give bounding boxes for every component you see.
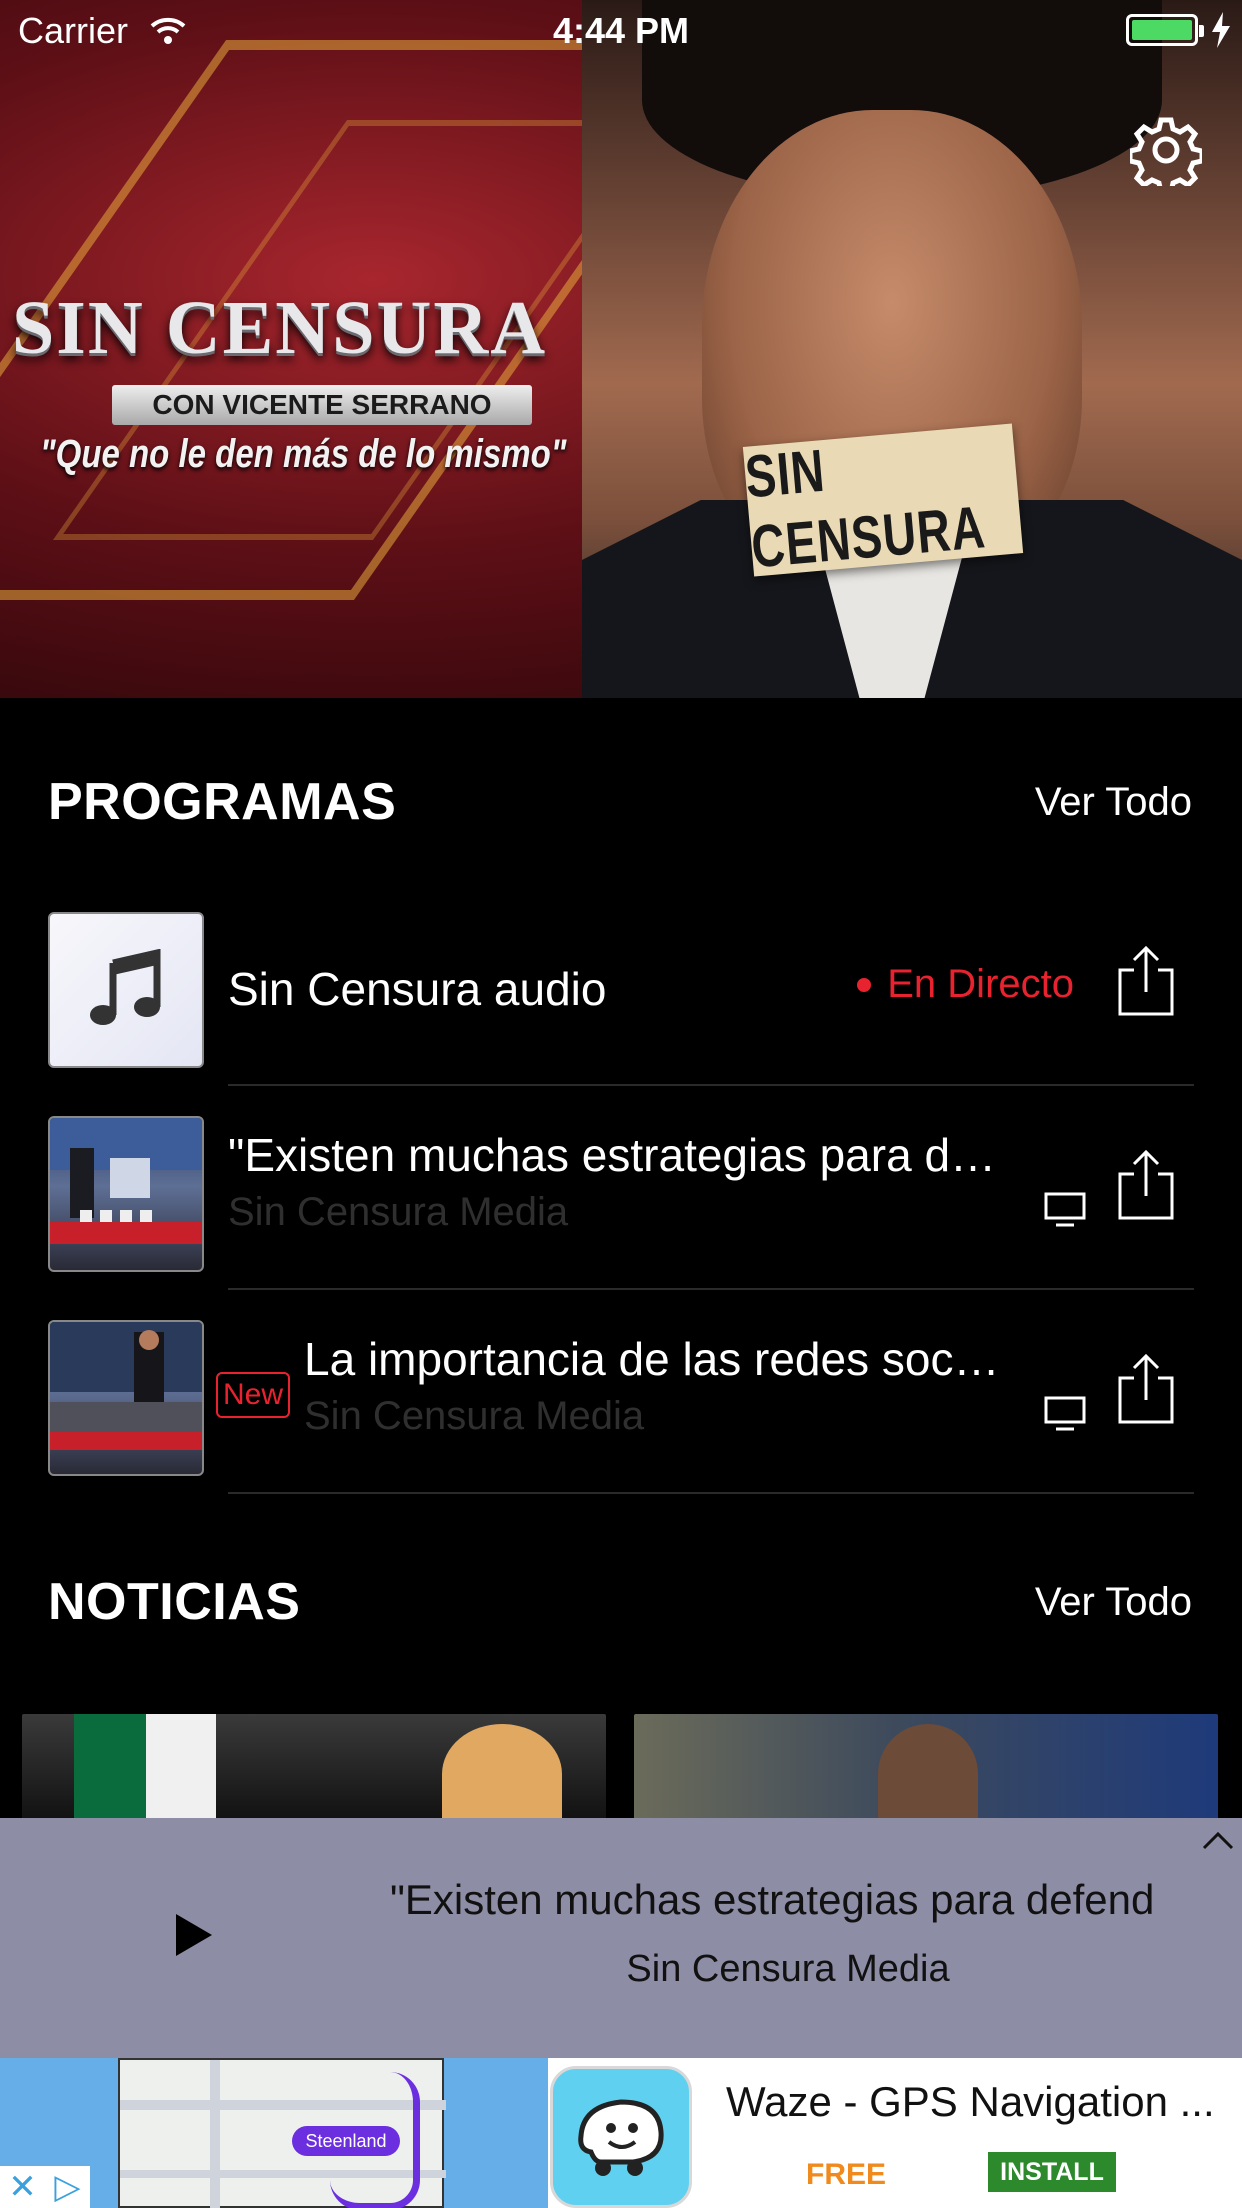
ad-install-button[interactable]: INSTALL [988, 2152, 1116, 2192]
player-track-title: "Existen muchas estrategias para defend [390, 1876, 1155, 1923]
new-badge: New [216, 1372, 290, 1418]
row-divider [228, 1288, 1194, 1290]
live-indicator: En Directo [857, 962, 1074, 1007]
program-row-audio[interactable]: Sin Censura audio En Directo [48, 904, 1194, 1086]
program-title: Sin Censura audio [228, 963, 607, 1015]
program-title: La importancia de las redes soc… [304, 1333, 1000, 1385]
ad-map-image: Steenland ✕ ▷ [0, 2058, 548, 2208]
programas-see-all-link[interactable]: Ver Todo [1035, 780, 1192, 825]
player-track-subtitle: Sin Censura Media [626, 1948, 950, 1990]
share-icon[interactable] [1116, 1354, 1176, 1424]
mini-player[interactable]: "Existen muchas estrategias para defend … [0, 1818, 1242, 2058]
live-label: En Directo [887, 962, 1074, 1006]
program-title: "Existen muchas estrategias para d… [228, 1129, 997, 1181]
program-row-video-new[interactable]: New La importancia de las redes soc… Sin… [48, 1312, 1194, 1494]
charging-icon [1212, 12, 1230, 48]
audio-thumbnail [48, 912, 204, 1068]
video-thumbnail [48, 1116, 204, 1272]
show-logo: SIN CENSURA [12, 286, 548, 370]
map-location-label: Steenland [292, 2126, 400, 2156]
ad-price: FREE [806, 2158, 887, 2191]
show-logo-subtitle: CON VICENTE SERRANO [112, 385, 532, 425]
video-thumbnail [48, 1320, 204, 1476]
news-card[interactable] [22, 1714, 606, 1824]
adchoices-icon[interactable]: ▷ [45, 2166, 90, 2208]
program-row-video[interactable]: "Existen muchas estrategias para d… Sin … [48, 1108, 1194, 1290]
chevron-up-icon[interactable] [1200, 1828, 1236, 1852]
waze-app-icon [550, 2066, 692, 2208]
hero-tape: SIN CENSURA [743, 423, 1024, 580]
play-icon[interactable] [172, 1910, 216, 1960]
status-time: 4:44 PM [552, 10, 690, 51]
share-icon[interactable] [1116, 1150, 1176, 1220]
news-card[interactable] [634, 1714, 1218, 1824]
row-divider [228, 1084, 1194, 1086]
show-tagline: "Que no le den más de lo mismo" [40, 431, 567, 476]
close-icon[interactable]: ✕ [0, 2166, 45, 2208]
settings-gear-icon[interactable] [1130, 114, 1202, 186]
section-title-programas: PROGRAMAS [48, 773, 397, 831]
live-dot-icon [857, 977, 872, 992]
program-subtitle: Sin Censura Media [304, 1394, 645, 1438]
ad-banner[interactable]: Steenland ✕ ▷ Waze - GPS Navigation ... … [0, 2058, 1242, 2208]
tv-icon [1044, 1396, 1086, 1431]
noticias-see-all-link[interactable]: Ver Todo [1035, 1580, 1192, 1625]
programas-header: PROGRAMAS Ver Todo [48, 772, 1192, 832]
share-icon[interactable] [1116, 946, 1176, 1016]
program-subtitle: Sin Censura Media [228, 1190, 569, 1234]
tv-icon [1044, 1192, 1086, 1227]
section-title-noticias: NOTICIAS [48, 1573, 301, 1631]
noticias-header: NOTICIAS Ver Todo [48, 1572, 1192, 1632]
status-bar: Carrier 4:44 PM [0, 0, 1242, 60]
hero-photo [582, 0, 1242, 698]
music-note-icon [90, 949, 161, 1025]
hero-banner: SIN CENSURA SIN CENSURA CON VICENTE SERR… [0, 0, 1242, 698]
ad-choices[interactable]: ✕ ▷ [0, 2166, 90, 2208]
ad-app-title: Waze - GPS Navigation ... [726, 2078, 1215, 2125]
row-divider [228, 1492, 1194, 1494]
battery-icon [1126, 14, 1204, 46]
